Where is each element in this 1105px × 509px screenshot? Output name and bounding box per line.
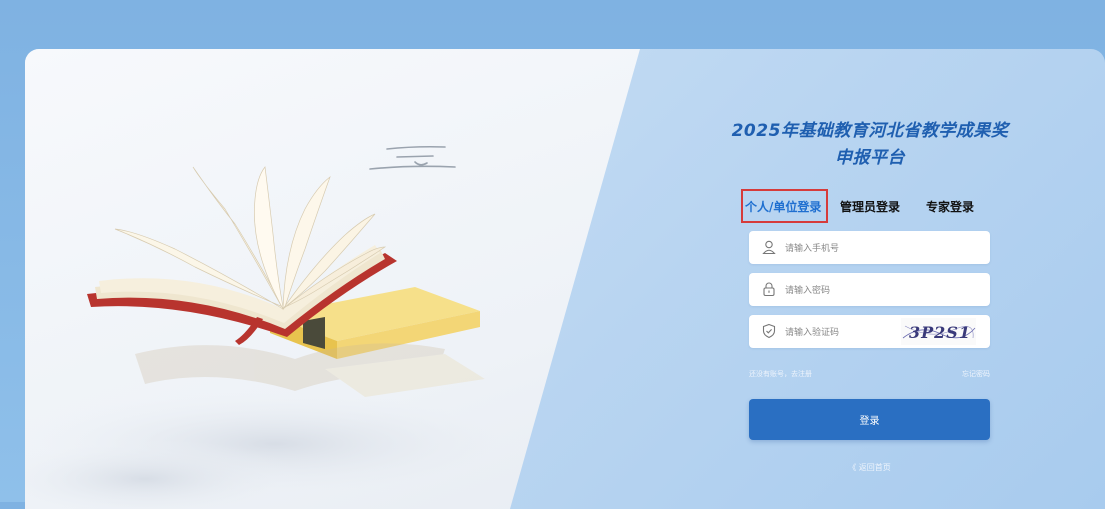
platform-title: 2025年基础教育河北省教学成果奖 申报平台 xyxy=(725,118,1015,172)
books-illustration xyxy=(25,145,535,509)
captcha-text: 3P2S1 xyxy=(909,323,971,342)
tab-admin-login[interactable]: 管理员登录 xyxy=(840,198,900,215)
login-button[interactable]: 登录 xyxy=(749,399,990,440)
password-field xyxy=(749,273,990,308)
account-links: 还没有账号，去注册 忘记密码 xyxy=(749,369,990,383)
title-line-1: 2025年基础教育河北省教学成果奖 xyxy=(731,121,1009,141)
lock-icon xyxy=(763,282,775,297)
login-tabs: 个人/单位登录 管理员登录 专家登录 xyxy=(741,189,1015,226)
tab-expert-login[interactable]: 专家登录 xyxy=(926,198,974,215)
user-icon xyxy=(762,240,776,255)
register-link[interactable]: 还没有账号，去注册 xyxy=(749,369,812,379)
password-input[interactable] xyxy=(783,273,927,308)
captcha-field: 3P2S1 xyxy=(749,315,990,350)
back-to-home-link[interactable]: 《 返回首页 xyxy=(749,462,990,473)
phone-input[interactable] xyxy=(783,231,927,266)
captcha-image[interactable]: 3P2S1 xyxy=(901,318,976,345)
shield-icon xyxy=(762,323,776,339)
phone-field xyxy=(749,231,990,266)
title-line-2: 申报平台 xyxy=(835,148,905,168)
forgot-password-link[interactable]: 忘记密码 xyxy=(962,369,990,379)
active-tab-highlight-box xyxy=(741,189,828,223)
login-card: 2025年基础教育河北省教学成果奖 申报平台 个人/单位登录 管理员登录 专家登… xyxy=(25,49,1105,509)
